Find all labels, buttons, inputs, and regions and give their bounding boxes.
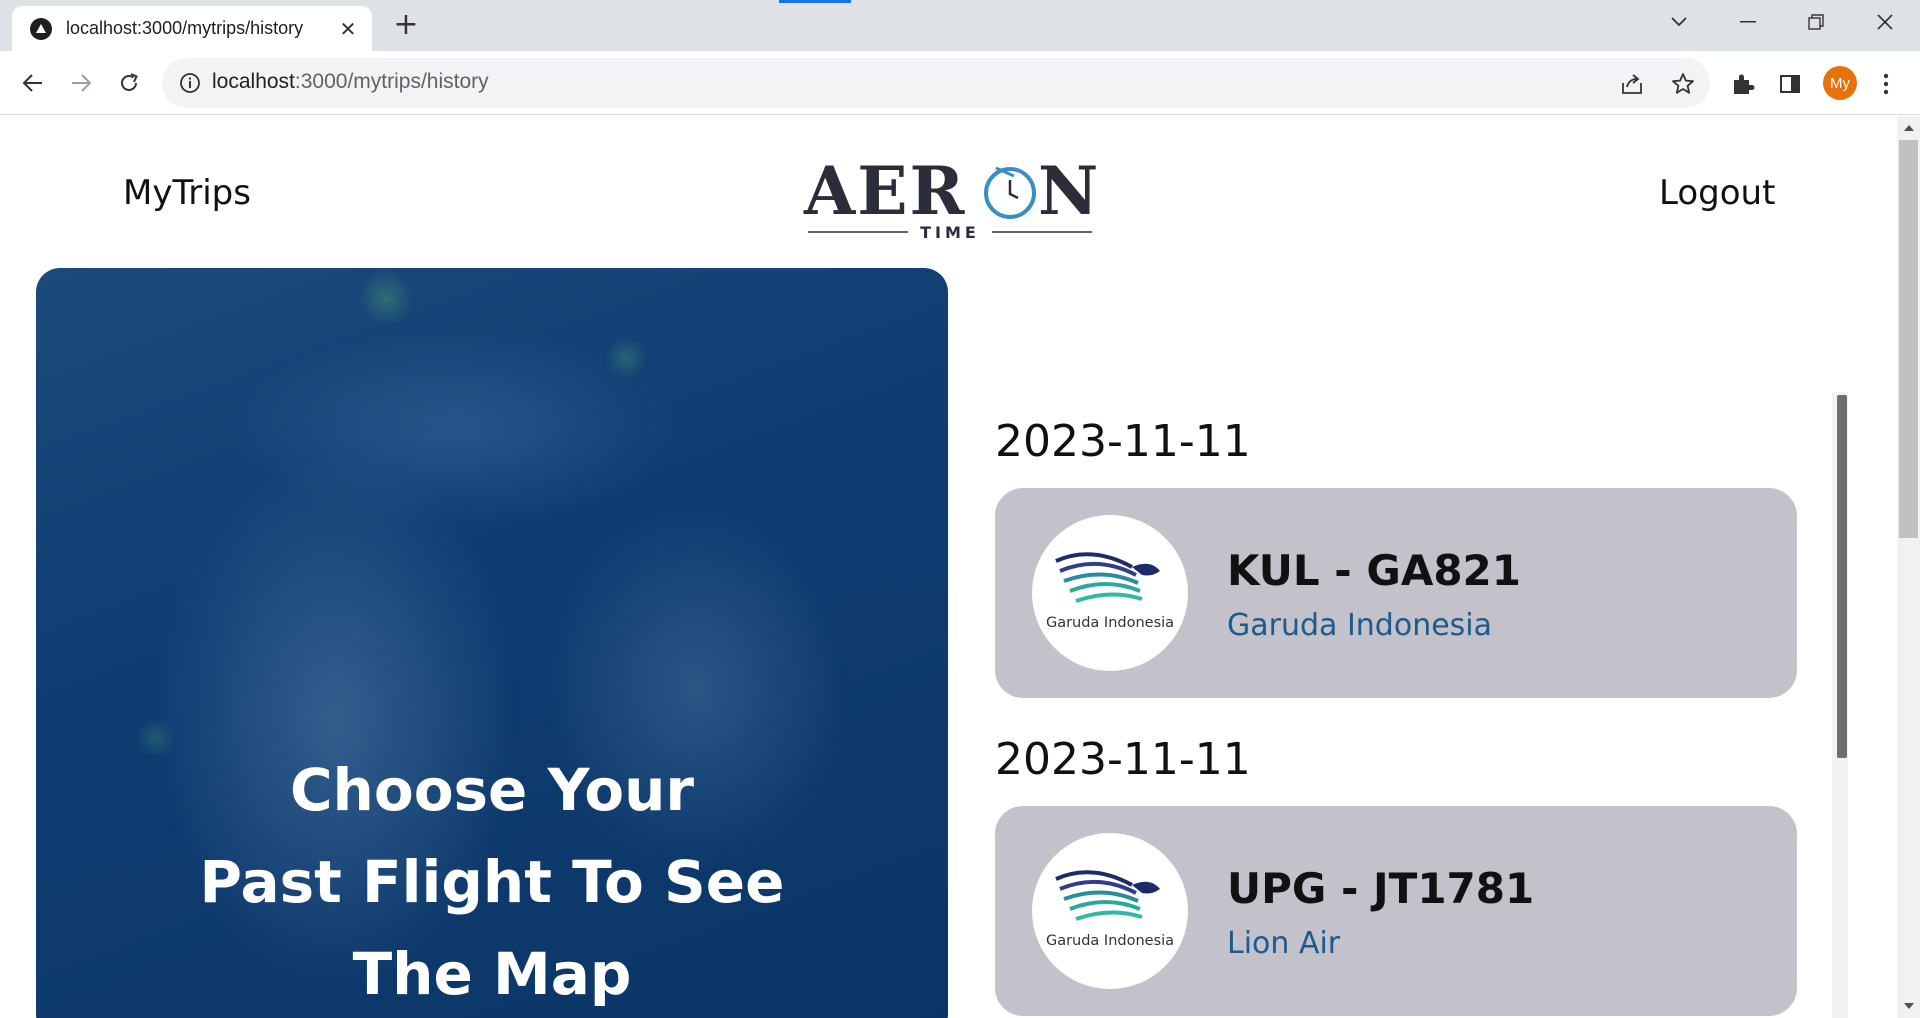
airline-logo: Garuda Indonesia [1032,515,1188,671]
svg-text:TIME: TIME [920,223,980,242]
browser-toolbar: localhost:3000/mytrips/history My [0,51,1920,115]
tab-title: localhost:3000/mytrips/history [66,18,304,38]
airline-name: Garuda Indonesia [1227,608,1493,643]
new-tab-button[interactable]: + [392,8,420,42]
list-scrollbar-thumb[interactable] [1837,395,1847,758]
bookmark-star-icon[interactable] [1670,71,1696,97]
menu-kebab-icon[interactable] [1872,70,1900,98]
scroll-down-icon[interactable] [1897,996,1920,1016]
profile-avatar[interactable]: My [1823,66,1857,100]
tab-strip: localhost:3000/mytrips/history ✕ + [0,0,1920,51]
page-content: MyTrips AER N TIME Logout Choose Your Pa… [0,116,1897,1018]
page-scrollbar-thumb[interactable] [1899,140,1918,538]
hero-line-2: Past Flight To See [199,848,785,916]
tab-search-icon[interactable] [1651,0,1707,44]
reload-icon[interactable] [111,65,147,101]
airline-logo-text: Garuda Indonesia [1046,615,1174,631]
hero-line-3: The Map [352,940,632,1008]
hero-message: Choose Your Past Flight To See The Map [36,744,948,1018]
address-bar[interactable]: localhost:3000/mytrips/history [162,58,1710,108]
site-info-icon[interactable] [178,71,202,95]
map-placeholder-panel: Choose Your Past Flight To See The Map [36,268,948,1018]
minimize-icon[interactable] [1720,0,1776,44]
hero-line-1: Choose Your [289,756,695,824]
airline-logo-text: Garuda Indonesia [1046,933,1174,949]
restore-icon[interactable] [1788,0,1844,44]
url-text[interactable]: localhost:3000/mytrips/history [212,70,489,94]
browser-tab[interactable]: localhost:3000/mytrips/history ✕ [12,6,372,51]
trip-card[interactable]: Garuda Indonesia UPG - JT1781 Lion Air [995,806,1797,1016]
close-tab-icon[interactable]: ✕ [336,17,360,41]
airline-name: Lion Air [1227,926,1341,961]
side-panel-icon[interactable] [1776,70,1804,98]
flight-title: UPG - JT1781 [1227,864,1535,913]
forward-icon[interactable] [63,65,99,101]
trip-card[interactable]: Garuda Indonesia KUL - GA821 Garuda Indo… [995,488,1797,698]
url-host: localhost [212,70,295,93]
flight-title: KUL - GA821 [1227,546,1521,595]
extensions-icon[interactable] [1729,70,1757,98]
svg-text:AER: AER [803,152,966,230]
close-window-icon[interactable] [1857,0,1913,44]
loading-indicator [779,0,851,3]
trip-date: 2023-11-11 [995,416,1251,467]
back-icon[interactable] [15,65,51,101]
share-icon[interactable] [1619,71,1645,97]
scroll-up-icon[interactable] [1897,118,1920,138]
trip-history-list: 2023-11-11 Garuda Indonesia KUL - GA821 … [995,116,1799,1018]
nav-mytrips-link[interactable]: MyTrips [123,173,251,213]
trip-date: 2023-11-11 [995,734,1251,785]
url-path: :3000/mytrips/history [294,70,489,93]
airline-logo: Garuda Indonesia [1032,833,1188,989]
favicon-icon [30,17,52,40]
